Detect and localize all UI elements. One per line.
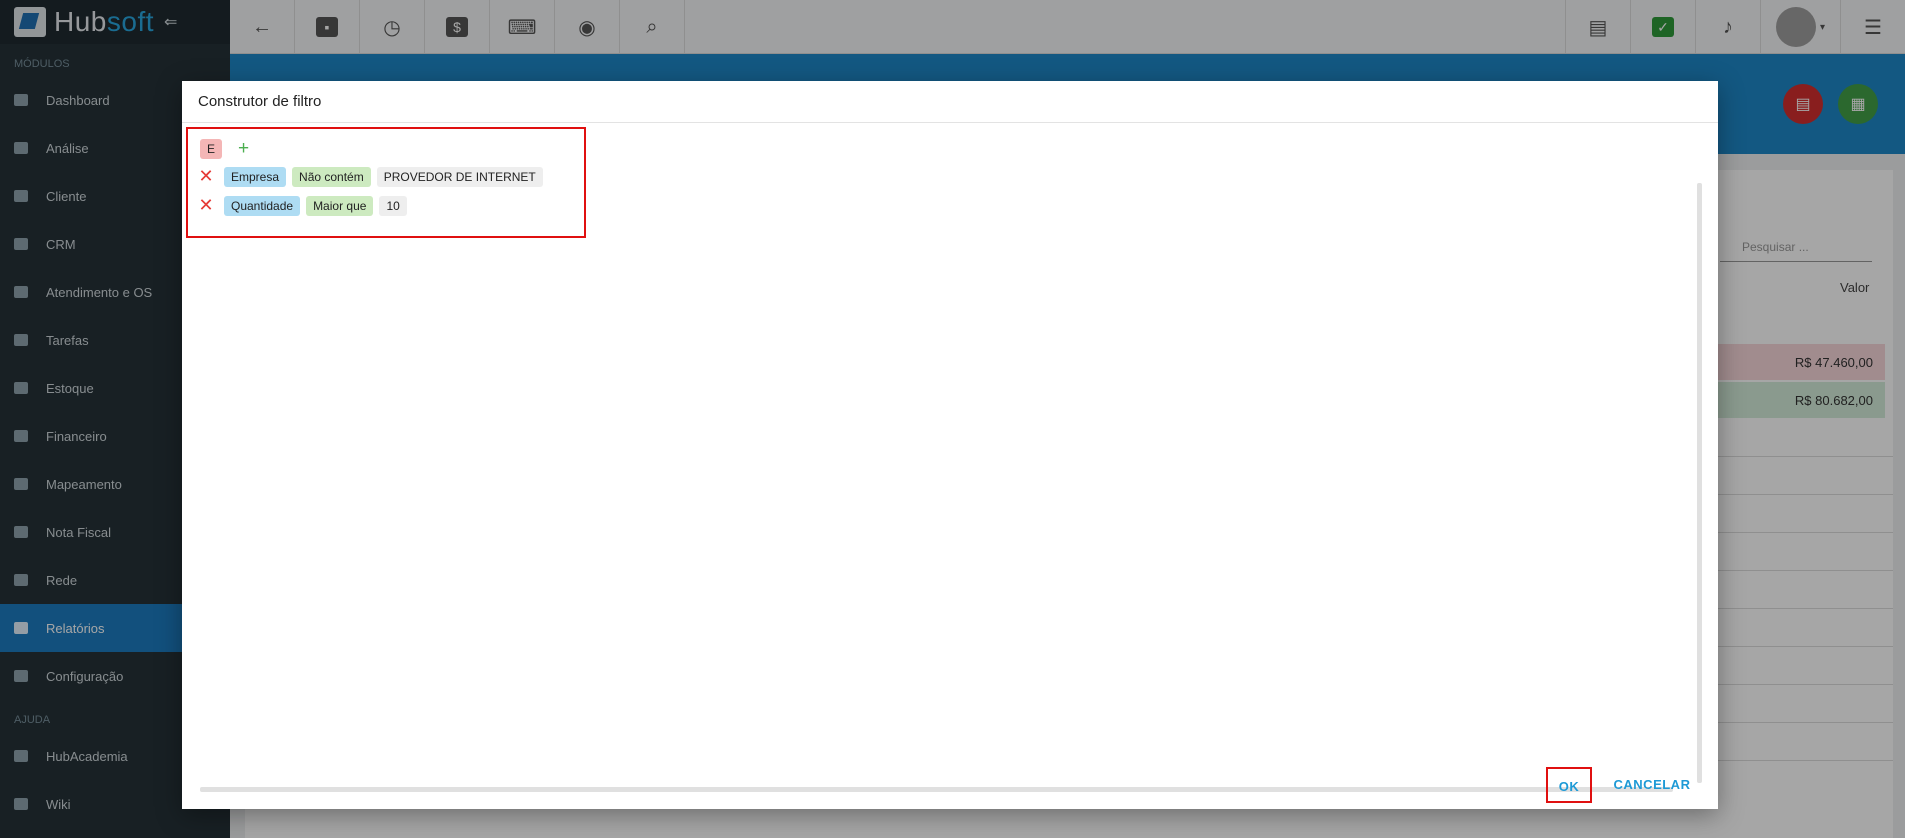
group-operator-chip[interactable]: E <box>200 139 223 159</box>
condition-operator-chip[interactable]: Maior que <box>306 195 374 216</box>
ok-button[interactable]: OK <box>1546 767 1592 803</box>
condition-value-chip[interactable]: 10 <box>379 195 407 216</box>
condition-row: ✕ Quantidade Maior que 10 <box>196 195 413 216</box>
condition-field-chip[interactable]: Empresa <box>224 166 287 187</box>
condition-field-chip[interactable]: Quantidade <box>224 195 301 216</box>
condition-value-chip[interactable]: PROVEDOR DE INTERNET <box>376 166 543 187</box>
group-row: E + <box>200 139 249 159</box>
cancel-button[interactable]: CANCELAR <box>1610 767 1694 803</box>
dialog-footer: OK CANCELAR <box>182 767 1718 809</box>
filter-builder-dialog: Construtor de filtro E + ✕ Empresa Não con… <box>182 81 1718 809</box>
remove-condition-icon[interactable]: ✕ <box>196 166 216 187</box>
condition-row: ✕ Empresa Não contém PROVEDOR DE INTERNET <box>196 166 549 187</box>
dialog-title: Construtor de filtro <box>182 81 1718 123</box>
remove-condition-icon[interactable]: ✕ <box>196 195 216 216</box>
condition-operator-chip[interactable]: Não contém <box>292 166 371 187</box>
add-condition-icon[interactable]: + <box>238 139 249 158</box>
filter-builder: E + ✕ Empresa Não contém PROVEDOR DE INTERN… <box>186 127 586 238</box>
dialog-body: E + ✕ Empresa Não contém PROVEDOR DE INTERN… <box>182 123 1718 792</box>
vertical-scrollbar[interactable] <box>1697 183 1702 783</box>
